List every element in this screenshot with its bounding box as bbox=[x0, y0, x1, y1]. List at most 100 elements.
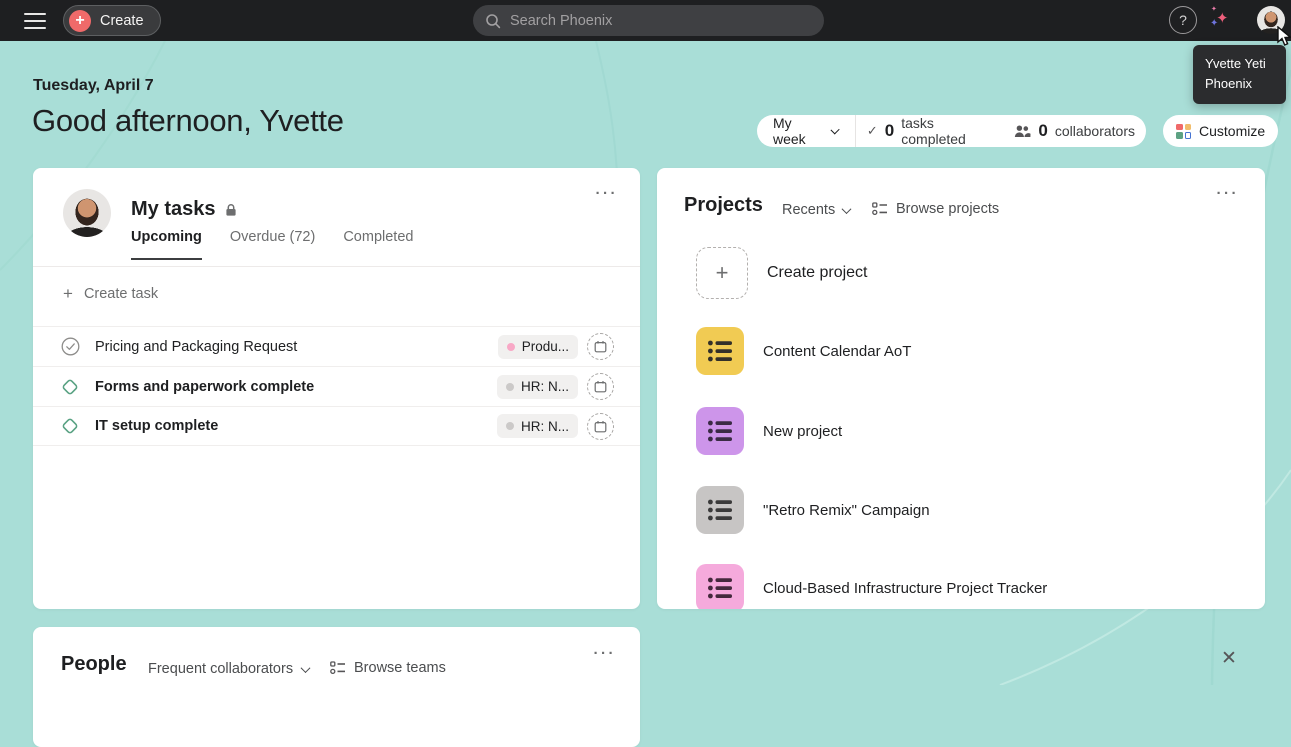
due-date-calendar-button[interactable] bbox=[587, 373, 614, 400]
customize-button[interactable]: Customize bbox=[1163, 115, 1278, 147]
user-avatar[interactable] bbox=[1257, 6, 1285, 34]
create-project-label: Create project bbox=[767, 264, 868, 282]
greeting-title: Good afternoon, Yvette bbox=[32, 103, 344, 139]
browse-projects-button[interactable]: Browse projects bbox=[872, 201, 999, 217]
project-list-item[interactable]: Content Calendar AoT bbox=[696, 327, 911, 375]
question-icon: ? bbox=[1179, 12, 1187, 28]
my-tasks-avatar[interactable] bbox=[63, 189, 111, 237]
search-bar[interactable] bbox=[473, 5, 824, 36]
calendar-icon bbox=[594, 420, 607, 433]
people-overflow-menu[interactable]: ··· bbox=[594, 645, 617, 662]
browse-teams-label: Browse teams bbox=[354, 660, 446, 676]
browse-teams-button[interactable]: Browse teams bbox=[330, 660, 446, 676]
date-label: Tuesday, April 7 bbox=[33, 77, 154, 95]
tasks-completed-count: 0 bbox=[885, 121, 894, 141]
list-icon bbox=[330, 661, 346, 675]
sparkle-icon: ✦ bbox=[1211, 5, 1217, 13]
project-name: Cloud-Based Infrastructure Project Track… bbox=[763, 580, 1047, 597]
project-name: "Retro Remix" Campaign bbox=[763, 502, 930, 519]
sidebar-toggle-hamburger-icon[interactable] bbox=[24, 13, 46, 29]
list-icon bbox=[872, 202, 888, 216]
plus-icon: + bbox=[696, 247, 748, 299]
tab-completed[interactable]: Completed bbox=[343, 229, 413, 260]
task-row[interactable]: Forms and paperwork complete HR: N... bbox=[33, 366, 640, 406]
task-project-tag[interactable]: HR: N... bbox=[497, 414, 578, 438]
tasks-completed-stat[interactable]: ✓ 0 tasks completed bbox=[856, 115, 1004, 147]
home-stats-pill: My week ✓ 0 tasks completed 0 collaborat… bbox=[757, 115, 1146, 147]
close-icon[interactable]: ✕ bbox=[1221, 647, 1237, 670]
projects-filter-dropdown[interactable]: Recents bbox=[782, 202, 850, 218]
projects-title: Projects bbox=[684, 194, 763, 217]
my-week-label: My week bbox=[773, 115, 823, 147]
my-tasks-overflow-menu[interactable]: ··· bbox=[596, 185, 619, 202]
chevron-down-icon bbox=[842, 204, 852, 214]
task-title: IT setup complete bbox=[95, 418, 497, 434]
search-icon bbox=[485, 13, 501, 29]
plus-icon: + bbox=[63, 284, 73, 304]
project-list-icon bbox=[696, 327, 744, 375]
task-project-name: HR: N... bbox=[521, 419, 569, 434]
project-list-item[interactable]: New project bbox=[696, 407, 842, 455]
create-project-button[interactable]: + Create project bbox=[696, 247, 868, 299]
task-title: Forms and paperwork complete bbox=[95, 379, 497, 395]
create-task-button[interactable]: + Create task bbox=[63, 284, 158, 304]
due-date-calendar-button[interactable] bbox=[587, 333, 614, 360]
tasks-completed-label: tasks completed bbox=[901, 115, 992, 147]
collaborators-stat[interactable]: 0 collaborators bbox=[1003, 121, 1146, 141]
sparkle-icon: ✦ bbox=[1210, 18, 1218, 29]
tooltip-org-name: Phoenix bbox=[1205, 74, 1276, 94]
project-color-dot bbox=[506, 422, 514, 430]
task-title: Pricing and Packaging Request bbox=[95, 339, 498, 355]
browse-projects-label: Browse projects bbox=[896, 201, 999, 217]
projects-overflow-menu[interactable]: ··· bbox=[1217, 185, 1240, 202]
task-project-tag[interactable]: HR: N... bbox=[497, 375, 578, 399]
due-date-calendar-button[interactable] bbox=[587, 413, 614, 440]
project-color-dot bbox=[506, 383, 514, 391]
my-tasks-title: My tasks bbox=[131, 198, 216, 221]
calendar-icon bbox=[594, 380, 607, 393]
task-project-tag[interactable]: Produ... bbox=[498, 335, 578, 359]
collaborators-label: collaborators bbox=[1055, 123, 1135, 139]
topbar: + Create ? ✦ ✦ ✦ bbox=[0, 0, 1291, 41]
plus-icon: + bbox=[69, 10, 91, 32]
profile-tooltip: Yvette Yeti Phoenix bbox=[1193, 45, 1286, 104]
task-list: Pricing and Packaging Request Produ... F… bbox=[33, 326, 640, 446]
people-widget: People Frequent collaborators Browse tea… bbox=[33, 627, 640, 747]
customize-label: Customize bbox=[1199, 123, 1265, 139]
chevron-down-icon bbox=[831, 125, 841, 135]
create-task-label: Create task bbox=[84, 286, 158, 302]
approval-diamond-icon[interactable] bbox=[60, 377, 80, 397]
check-icon: ✓ bbox=[867, 123, 878, 139]
project-list-icon bbox=[696, 564, 744, 609]
projects-filter-label: Recents bbox=[782, 202, 835, 218]
project-color-dot bbox=[507, 343, 515, 351]
create-button-label: Create bbox=[100, 13, 144, 29]
task-project-name: Produ... bbox=[522, 339, 569, 354]
project-list-item[interactable]: "Retro Remix" Campaign bbox=[696, 486, 930, 534]
project-list-item[interactable]: Cloud-Based Infrastructure Project Track… bbox=[696, 564, 1047, 609]
lock-icon bbox=[225, 203, 237, 217]
tab-overdue[interactable]: Overdue (72) bbox=[230, 229, 315, 260]
project-list-icon bbox=[696, 486, 744, 534]
project-name: New project bbox=[763, 423, 842, 440]
my-week-dropdown[interactable]: My week bbox=[757, 115, 855, 147]
my-tasks-tabs: Upcoming Overdue (72) Completed bbox=[131, 229, 413, 260]
people-title: People bbox=[61, 653, 127, 676]
task-row[interactable]: IT setup complete HR: N... bbox=[33, 406, 640, 446]
search-input[interactable] bbox=[510, 13, 812, 29]
ai-sparkle-button[interactable]: ✦ ✦ ✦ bbox=[1208, 6, 1236, 34]
task-check-circle-icon[interactable] bbox=[60, 337, 80, 356]
tooltip-user-name: Yvette Yeti bbox=[1205, 54, 1276, 74]
projects-widget: Projects Recents Browse projects ··· + C… bbox=[657, 168, 1265, 609]
project-name: Content Calendar AoT bbox=[763, 343, 911, 360]
calendar-icon bbox=[594, 340, 607, 353]
tab-upcoming[interactable]: Upcoming bbox=[131, 229, 202, 260]
my-tasks-widget: My tasks ··· Upcoming Overdue (72) Compl… bbox=[33, 168, 640, 609]
collaborators-icon bbox=[1014, 125, 1031, 138]
task-project-name: HR: N... bbox=[521, 379, 569, 394]
create-button[interactable]: + Create bbox=[63, 5, 161, 36]
help-button[interactable]: ? bbox=[1169, 6, 1197, 34]
people-filter-dropdown[interactable]: Frequent collaborators bbox=[148, 661, 309, 677]
task-row[interactable]: Pricing and Packaging Request Produ... bbox=[33, 326, 640, 366]
approval-diamond-icon[interactable] bbox=[60, 416, 80, 436]
